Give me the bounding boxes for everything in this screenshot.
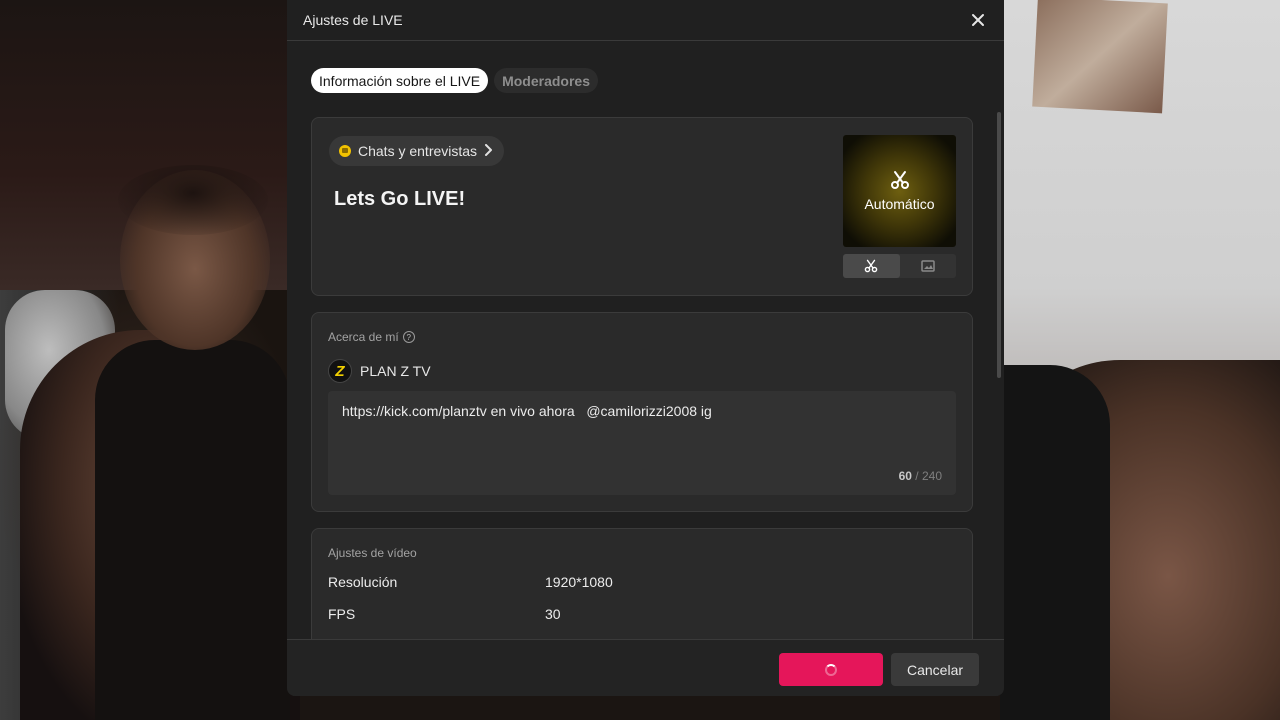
about-label-row: Acerca de mí ? — [328, 330, 415, 344]
dialog-body: Información sobre el LIVE Moderadores Ch… — [287, 41, 1004, 639]
loading-spinner-icon — [825, 663, 837, 676]
scissors-icon — [864, 259, 878, 273]
live-info-card: Chats y entrevistas Lets Go LIVE! Automá… — [311, 117, 973, 296]
cover-image[interactable]: Automático — [843, 135, 956, 247]
video-settings-label: Ajustes de vídeo — [328, 546, 417, 560]
char-count: 60 — [898, 469, 912, 483]
tab-bar: Información sobre el LIVE Moderadores — [311, 68, 599, 93]
creator-row: Z PLAN Z TV — [328, 359, 431, 383]
char-limit: / 240 — [915, 469, 942, 483]
category-selector[interactable]: Chats y entrevistas — [329, 136, 505, 166]
help-icon[interactable]: ? — [402, 331, 415, 343]
dialog-title: Ajustes de LIVE — [303, 12, 403, 28]
cover-label: Automático — [864, 196, 935, 212]
video-row-resolution: Resolución 1920*1080 — [328, 574, 613, 590]
char-counter: 60 / 240 — [899, 469, 942, 483]
background-bottom — [300, 695, 1000, 720]
background-poster — [1032, 0, 1168, 114]
cover-mode-toggle — [843, 254, 956, 278]
close-icon — [972, 14, 984, 26]
category-label: Chats y entrevistas — [358, 143, 478, 159]
tab-live-info[interactable]: Información sobre el LIVE — [311, 68, 489, 93]
live-settings-dialog: Ajustes de LIVE Información sobre el LIV… — [287, 0, 1004, 696]
scissors-icon — [890, 171, 909, 189]
scrollbar[interactable] — [997, 112, 1001, 378]
background-person-hair — [118, 165, 268, 235]
video-row-fps: FPS 30 — [328, 606, 561, 622]
about-label: Acerca de mí — [328, 330, 399, 344]
live-title-input[interactable]: Lets Go LIVE! — [334, 188, 465, 211]
chat-category-icon — [339, 145, 351, 157]
go-live-button[interactable] — [779, 653, 883, 686]
video-row-value: 1920*1080 — [545, 574, 613, 590]
avatar: Z — [328, 359, 352, 383]
auto-cover-button[interactable] — [843, 254, 900, 278]
video-row-value: 30 — [545, 606, 561, 622]
tab-moderators[interactable]: Moderadores — [494, 68, 599, 93]
background-person-shirt — [95, 340, 290, 720]
dialog-footer: Cancelar — [287, 639, 1004, 696]
bio-textarea[interactable]: https://kick.com/planztv en vivo ahora @… — [328, 391, 956, 495]
background-arm-shirt — [1000, 365, 1110, 720]
video-row-key: FPS — [328, 606, 356, 622]
image-icon — [921, 260, 935, 272]
video-settings-card: Ajustes de vídeo Resolución 1920*1080 FP… — [311, 528, 973, 639]
creator-name: PLAN Z TV — [360, 363, 431, 379]
cancel-button[interactable]: Cancelar — [891, 653, 979, 686]
dialog-header: Ajustes de LIVE — [287, 0, 1004, 41]
about-card: Acerca de mí ? Z PLAN Z TV https://kick.… — [311, 312, 973, 512]
image-cover-button[interactable] — [900, 254, 957, 278]
bio-text: https://kick.com/planztv en vivo ahora @… — [342, 403, 712, 419]
video-row-key: Resolución — [328, 574, 398, 590]
chevron-right-icon — [484, 143, 493, 159]
close-button[interactable] — [968, 10, 988, 30]
